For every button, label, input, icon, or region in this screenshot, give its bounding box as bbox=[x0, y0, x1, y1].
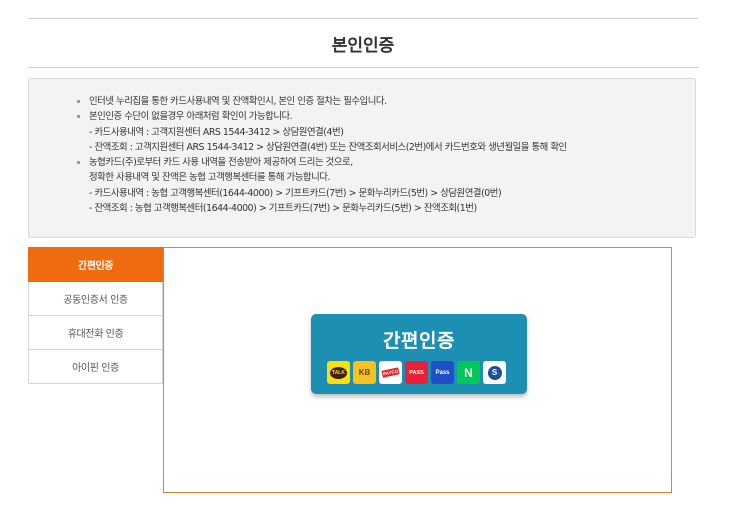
pass-icon: PASS bbox=[405, 361, 428, 384]
notice-box: 인터넷 누리집을 통한 카드사용내역 및 잔액확인시, 본인 인증 절차는 필수… bbox=[28, 78, 696, 238]
kb-icon: KB bbox=[353, 361, 376, 384]
tab-mobile-auth[interactable]: 휴대전화 인증 bbox=[28, 316, 163, 350]
kakao-icon: TALK bbox=[327, 361, 350, 384]
simple-auth-button[interactable]: 간편인증 TALK KB PAYCO PASS Pass N S bbox=[311, 314, 527, 394]
notice-line: - 잔액조회 : 농협 고객행복센터(1644-4000) > 기프트카드(7번… bbox=[89, 203, 477, 215]
samsung-pass-icon: Pass bbox=[431, 361, 454, 384]
tab-simple-auth[interactable]: 간편인증 bbox=[28, 247, 163, 282]
page-header: 본인인증 bbox=[28, 18, 698, 68]
provider-icons: TALK KB PAYCO PASS Pass N S bbox=[327, 361, 506, 384]
naver-icon: N bbox=[457, 361, 480, 384]
notice-line: 정확한 사용내역 및 잔액은 농협 고객행복센터를 통해 가능합니다. bbox=[89, 172, 330, 184]
page-title: 본인인증 bbox=[331, 35, 395, 56]
notice-line: 농협카드(주)로부터 카드 사용 내역을 전송받아 제공하여 드리는 것으로, bbox=[77, 155, 695, 170]
shinhan-icon: S bbox=[483, 361, 506, 384]
notice-line: 본인인증 수단이 없을경우 아래처럼 확인이 가능합니다. bbox=[77, 109, 695, 124]
auth-method-tabs: 간편인증 공동인증서 인증 휴대전화 인증 아이핀 인증 bbox=[28, 247, 163, 384]
notice-line: 인터넷 누리집을 통한 카드사용내역 및 잔액확인시, 본인 인증 절차는 필수… bbox=[77, 94, 695, 109]
notice-line: - 카드사용내역 : 농협 고객행복센터(1644-4000) > 기프트카드(… bbox=[89, 187, 502, 199]
tab-ipin-auth[interactable]: 아이핀 인증 bbox=[28, 350, 163, 384]
payco-icon: PAYCO bbox=[379, 361, 402, 384]
notice-line: - 카드사용내역 : 고객지원센터 ARS 1544-3412 > 상담원연결(… bbox=[89, 126, 344, 138]
tab-certificate-auth[interactable]: 공동인증서 인증 bbox=[28, 282, 163, 316]
notice-line: - 잔액조회 : 고객지원센터 ARS 1544-3412 > 상담원연결(4번… bbox=[89, 141, 567, 153]
simple-auth-title: 간편인증 bbox=[383, 330, 455, 352]
